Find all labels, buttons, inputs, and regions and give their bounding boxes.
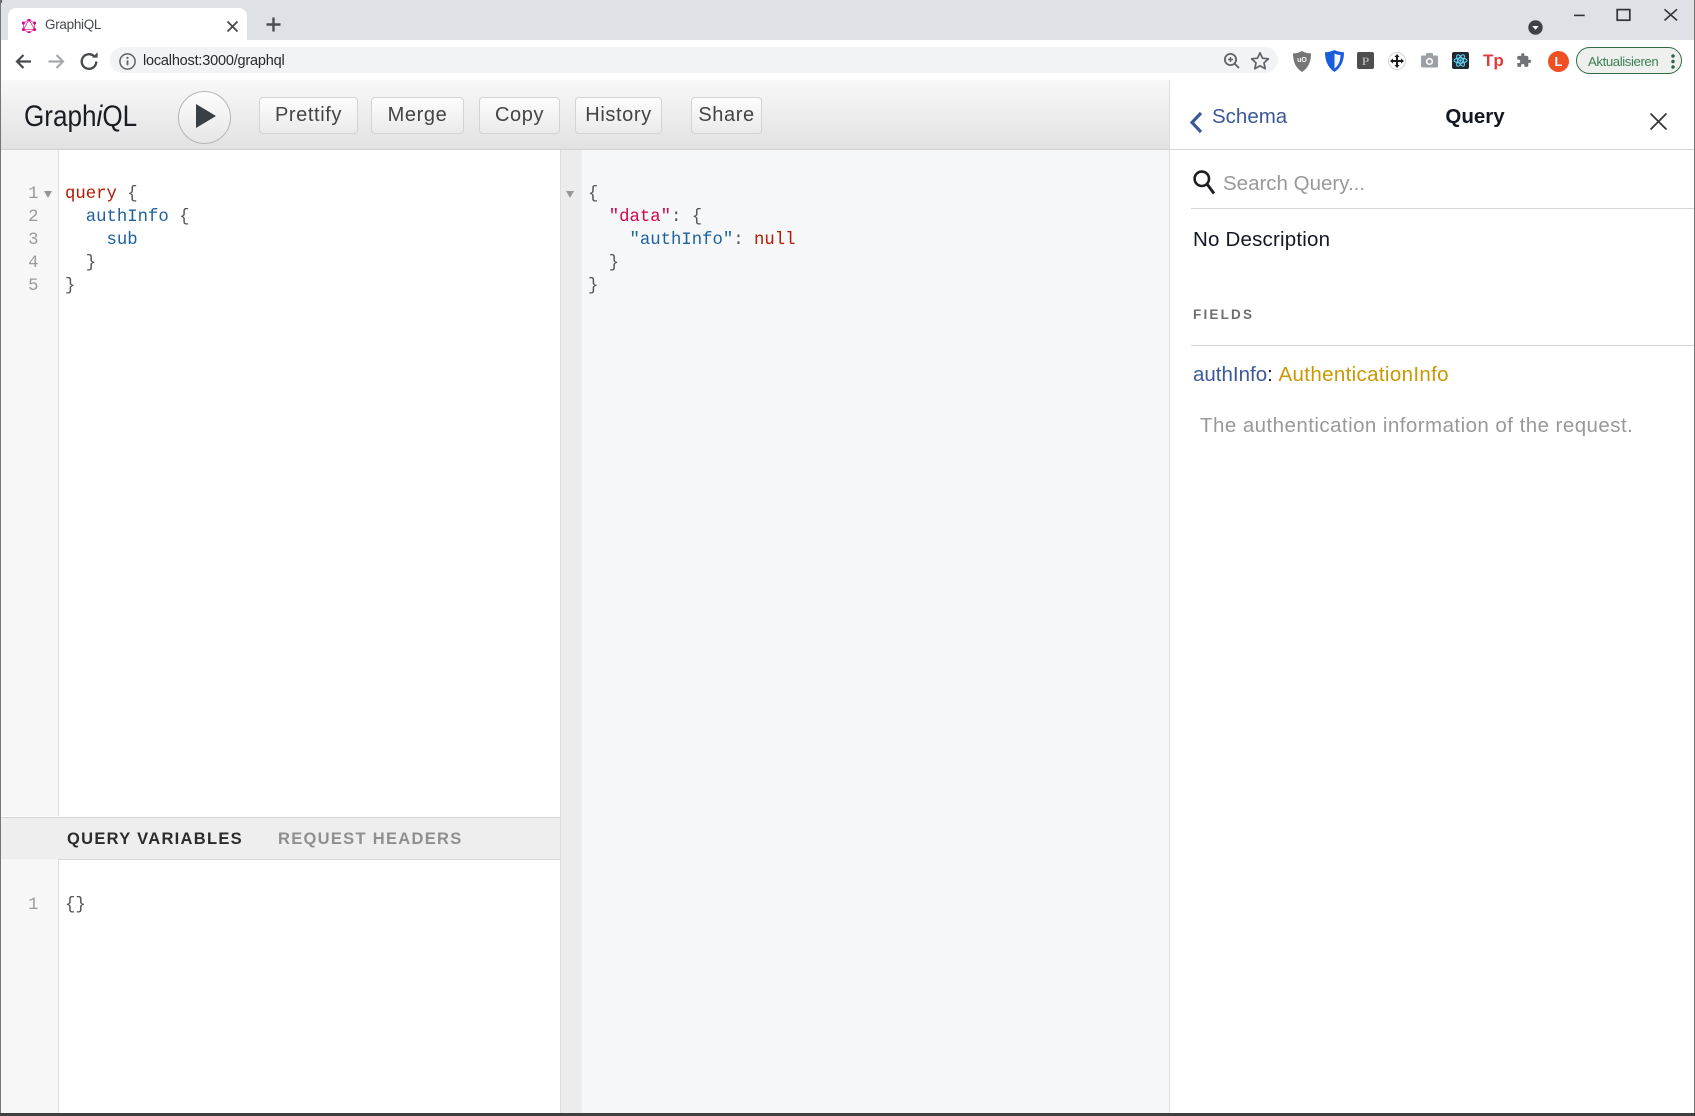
svg-text:P: P (1362, 54, 1369, 68)
svg-text:uO: uO (1297, 57, 1307, 64)
